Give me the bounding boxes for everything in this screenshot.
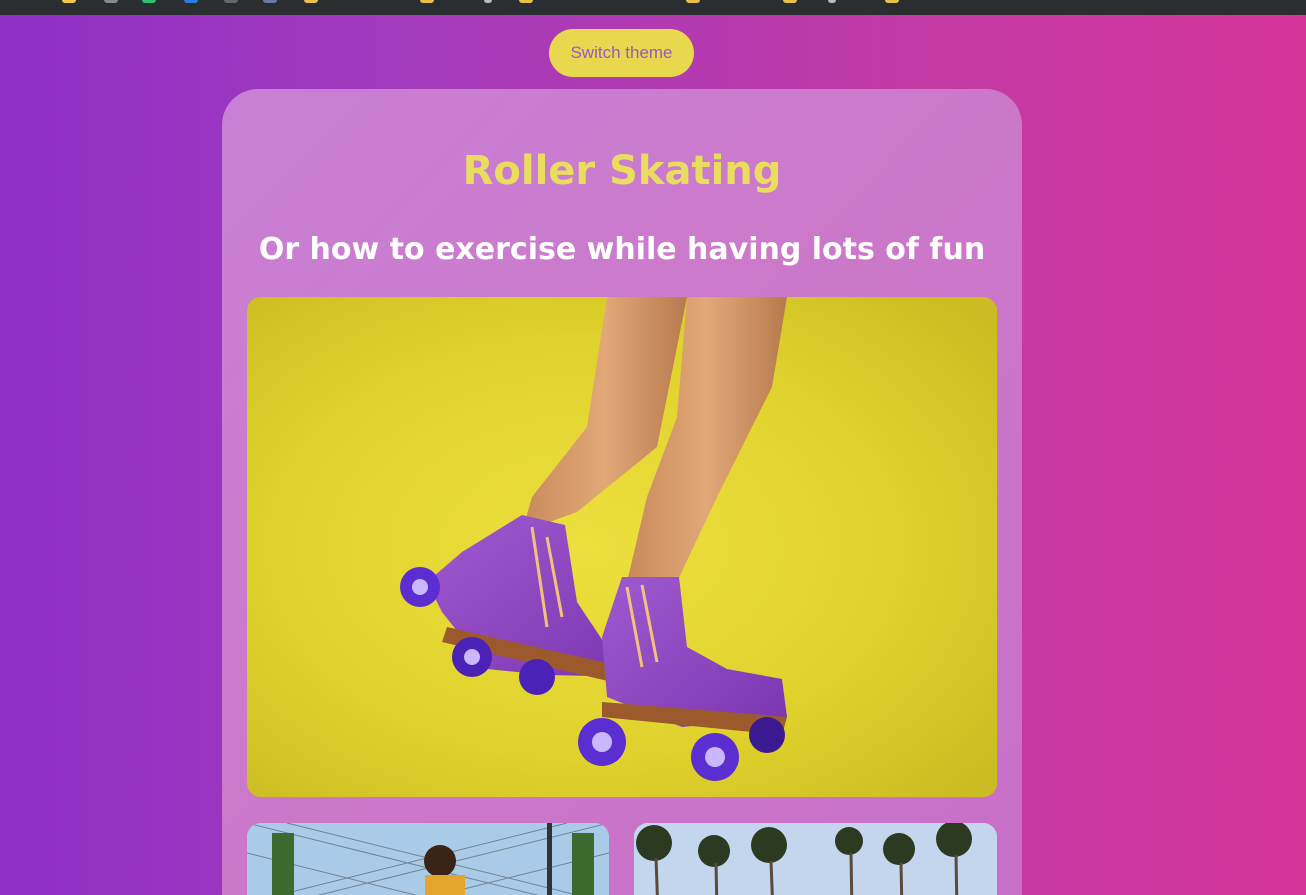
palm-trees-illustration: [634, 823, 997, 895]
bookmark-icon[interactable]: [62, 0, 76, 3]
page-subtitle: Or how to exercise while having lots of …: [258, 232, 986, 267]
bookmark-icon[interactable]: [104, 0, 118, 3]
folder-icon[interactable]: [519, 0, 533, 3]
bookmark-icon[interactable]: [184, 0, 198, 3]
folder-icon[interactable]: [420, 0, 434, 3]
roller-skates-illustration: [247, 297, 997, 797]
palm-trees-image: [634, 823, 997, 895]
whatsapp-icon[interactable]: [142, 0, 156, 3]
bookmark-icon[interactable]: [828, 0, 836, 3]
bookmark-icon[interactable]: [484, 0, 492, 3]
bookmark-icon[interactable]: [224, 0, 238, 3]
skater-fence-illustration: [247, 823, 609, 895]
skater-fence-image: [247, 823, 609, 895]
folder-icon[interactable]: [885, 0, 899, 3]
folder-icon[interactable]: [686, 0, 700, 3]
roller-skates-image: [247, 297, 997, 797]
folder-icon[interactable]: [783, 0, 797, 3]
page-title: Roller Skating: [462, 148, 782, 194]
folder-icon[interactable]: [304, 0, 318, 3]
bookmark-icon[interactable]: [263, 0, 277, 3]
switch-theme-button[interactable]: Switch theme: [549, 29, 694, 77]
bookmarks-bar: [0, 0, 1306, 15]
